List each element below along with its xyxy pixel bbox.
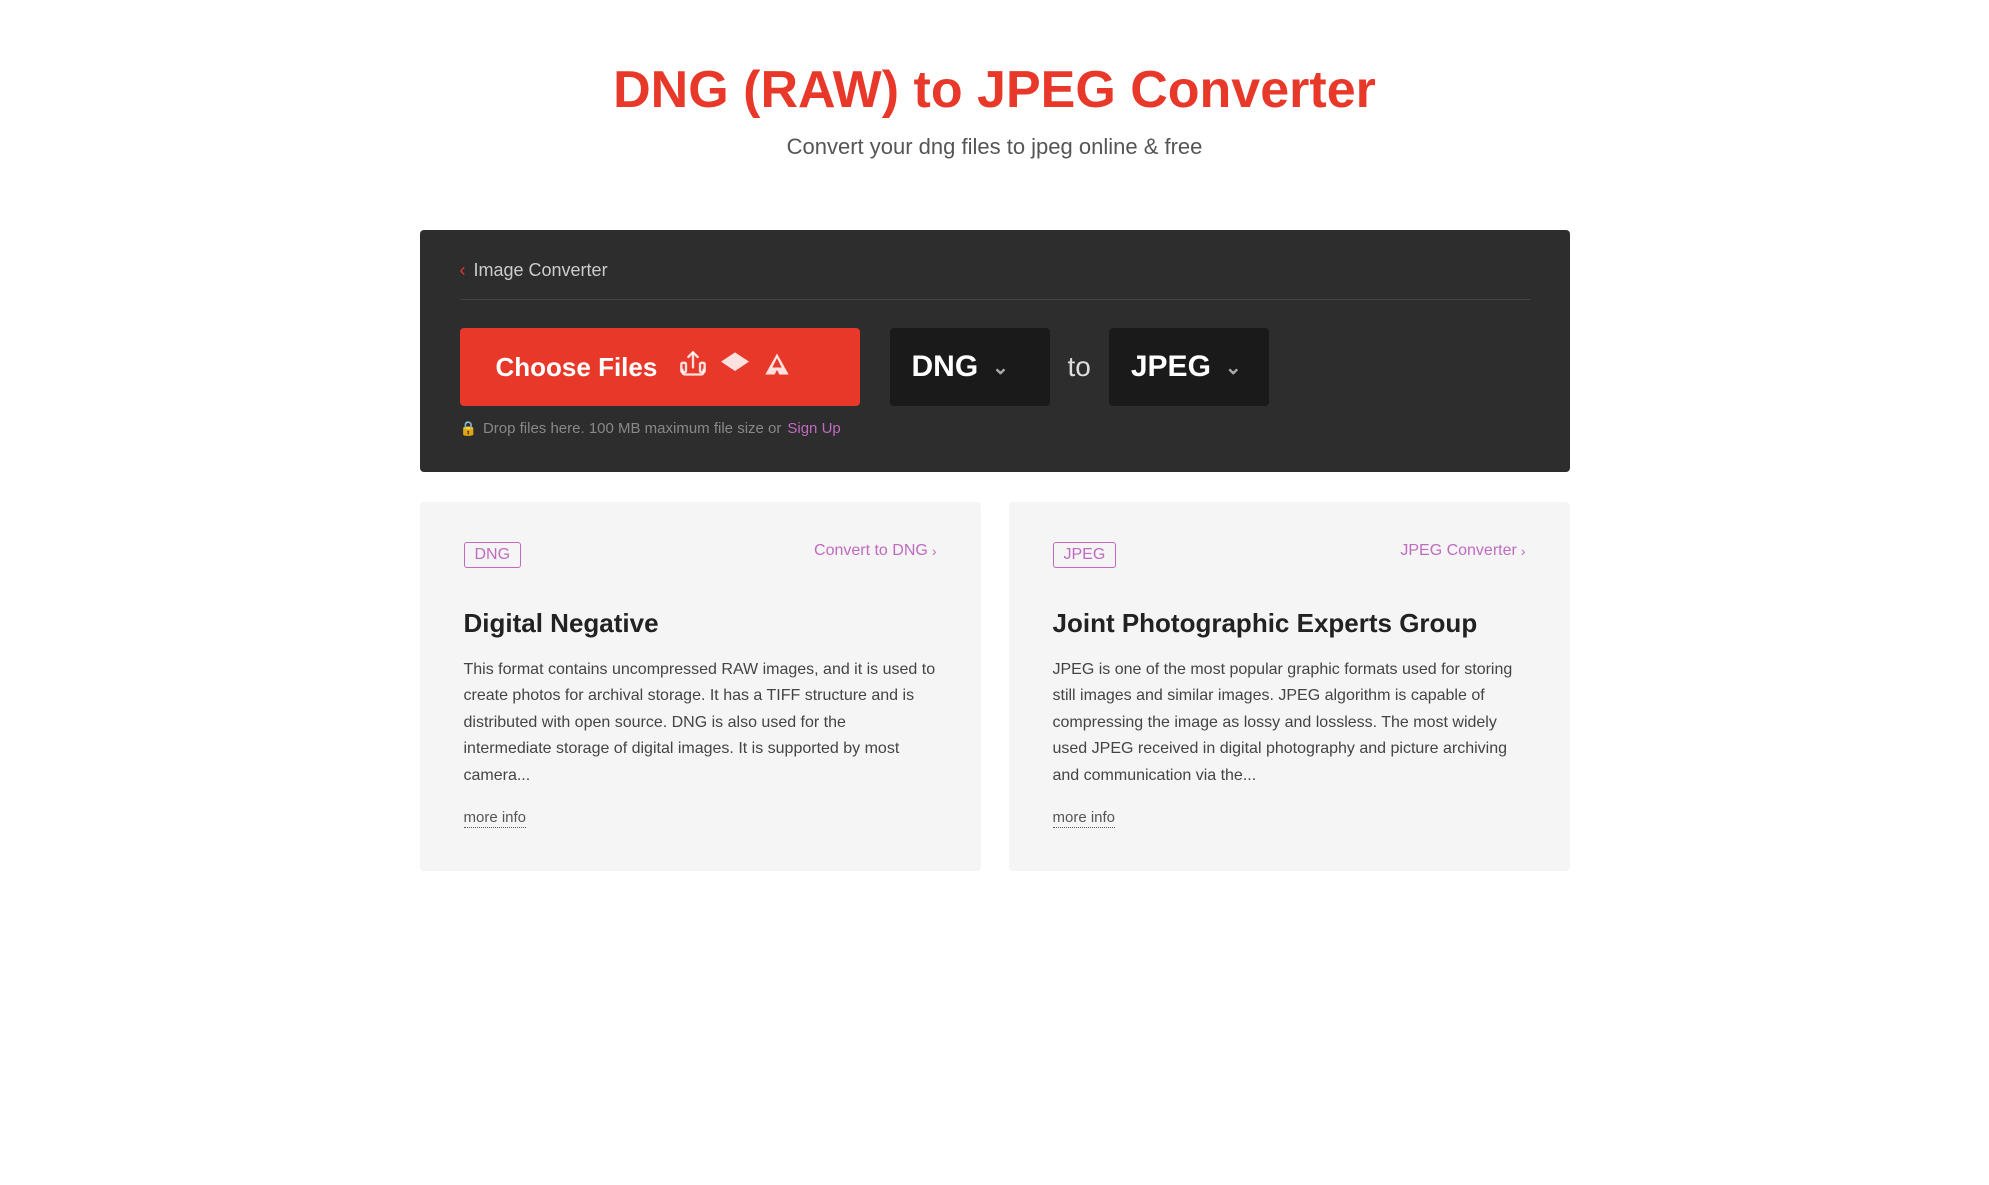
dng-card-title: Digital Negative — [464, 608, 937, 639]
lock-icon: 🔒 — [460, 420, 477, 437]
from-format-selector[interactable]: DNG ⌄ — [890, 328, 1050, 406]
jpeg-converter-label: JPEG Converter — [1400, 542, 1516, 560]
jpeg-format-tag: JPEG — [1053, 542, 1117, 568]
from-format-label: DNG — [912, 350, 979, 384]
breadcrumb-chevron-icon: ‹ — [460, 260, 466, 281]
format-selector: DNG ⌄ to JPEG ⌄ — [890, 328, 1269, 406]
dng-card-header: DNG Convert to DNG › — [464, 542, 937, 586]
to-format-selector[interactable]: JPEG ⌄ — [1109, 328, 1269, 406]
dng-format-tag: DNG — [464, 542, 522, 568]
converter-panel: ‹ Image Converter Choose Files — [420, 230, 1570, 472]
page-title: DNG (RAW) to JPEG Converter — [0, 60, 1989, 120]
dng-link-arrow-icon: › — [932, 543, 937, 559]
convert-to-dng-link[interactable]: Convert to DNG › — [814, 542, 936, 560]
to-format-chevron-icon: ⌄ — [1225, 355, 1242, 380]
jpeg-more-info-link[interactable]: more info — [1053, 809, 1116, 828]
page-subtitle: Convert your dng files to jpeg online & … — [0, 134, 1989, 160]
choose-files-label: Choose Files — [496, 352, 658, 383]
dropbox-icon — [721, 350, 749, 385]
drive-icon — [763, 350, 791, 385]
page-wrapper: DNG (RAW) to JPEG Converter Convert your… — [0, 0, 1989, 871]
jpeg-link-arrow-icon: › — [1521, 543, 1526, 559]
to-format-label: JPEG — [1131, 350, 1211, 384]
upload-icons — [679, 350, 791, 385]
jpeg-info-card: JPEG JPEG Converter › Joint Photographic… — [1009, 502, 1570, 871]
cards-section: DNG Convert to DNG › Digital Negative Th… — [420, 502, 1570, 871]
jpeg-card-description: JPEG is one of the most popular graphic … — [1053, 657, 1526, 789]
drop-info: 🔒 Drop files here. 100 MB maximum file s… — [460, 420, 1530, 437]
dng-card-description: This format contains uncompressed RAW im… — [464, 657, 937, 789]
drop-info-text: Drop files here. 100 MB maximum file siz… — [483, 420, 781, 437]
choose-files-button[interactable]: Choose Files — [460, 328, 860, 406]
folder-upload-icon — [679, 350, 707, 385]
convert-to-dng-label: Convert to DNG — [814, 542, 928, 560]
jpeg-card-header: JPEG JPEG Converter › — [1053, 542, 1526, 586]
converter-controls: Choose Files — [460, 328, 1530, 406]
jpeg-card-title: Joint Photographic Experts Group — [1053, 608, 1526, 639]
signup-link[interactable]: Sign Up — [787, 420, 840, 437]
dng-more-info-link[interactable]: more info — [464, 809, 527, 828]
breadcrumb: ‹ Image Converter — [460, 260, 1530, 300]
jpeg-converter-link[interactable]: JPEG Converter › — [1400, 542, 1525, 560]
from-format-chevron-icon: ⌄ — [992, 355, 1009, 380]
breadcrumb-label: Image Converter — [474, 260, 608, 281]
to-label: to — [1068, 351, 1091, 383]
dng-info-card: DNG Convert to DNG › Digital Negative Th… — [420, 502, 981, 871]
header-section: DNG (RAW) to JPEG Converter Convert your… — [0, 0, 1989, 200]
